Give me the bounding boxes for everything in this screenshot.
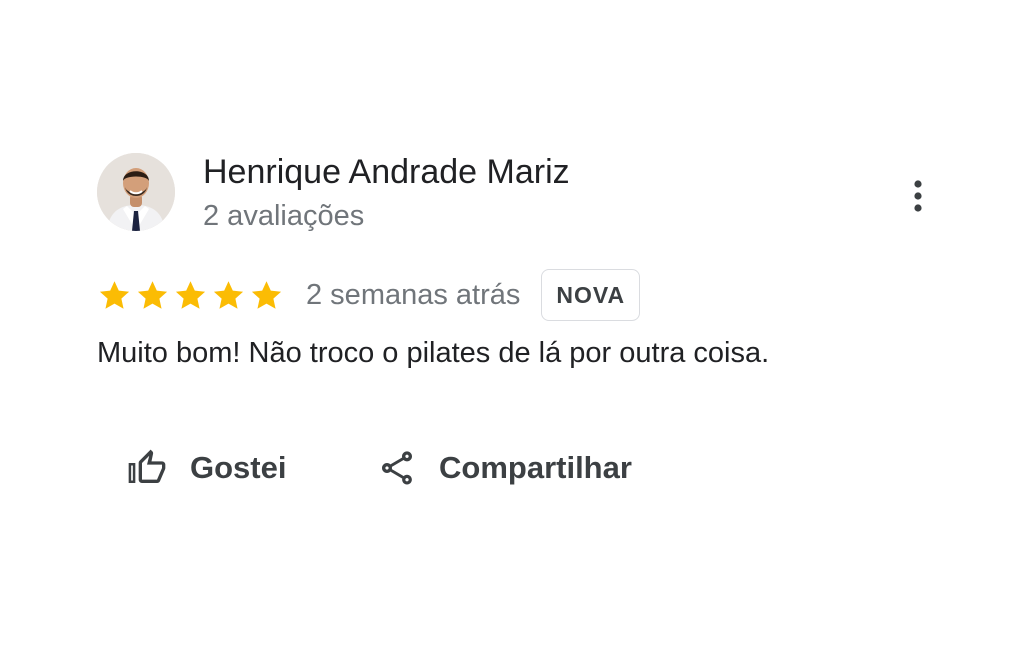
author-name[interactable]: Henrique Andrade Mariz	[203, 151, 570, 193]
star-icon	[137, 280, 168, 309]
rating-row: 2 semanas atrás NOVA	[97, 268, 641, 322]
new-badge: NOVA	[541, 269, 641, 321]
like-button[interactable]: Gostei	[126, 444, 286, 492]
share-icon	[382, 451, 412, 485]
more-options-button[interactable]	[896, 172, 940, 220]
star-icon	[251, 280, 282, 309]
share-button[interactable]: Compartilhar	[377, 444, 632, 492]
more-vert-icon	[914, 180, 922, 212]
star-icon	[99, 280, 130, 309]
thumb-up-icon	[128, 449, 166, 483]
avatar[interactable]	[97, 153, 175, 231]
review-card: Henrique Andrade Mariz 2 avaliações 2 se…	[0, 0, 1024, 652]
star-icon	[213, 280, 244, 309]
author-review-count: 2 avaliações	[203, 200, 365, 232]
share-label: Compartilhar	[439, 450, 632, 485]
review-date: 2 semanas atrás	[306, 278, 521, 311]
review-text: Muito bom! Não troco o pilates de lá por…	[97, 337, 770, 369]
avatar-photo	[97, 153, 175, 231]
star-icon	[175, 280, 206, 309]
star-rating	[97, 278, 284, 313]
like-label: Gostei	[190, 450, 287, 485]
